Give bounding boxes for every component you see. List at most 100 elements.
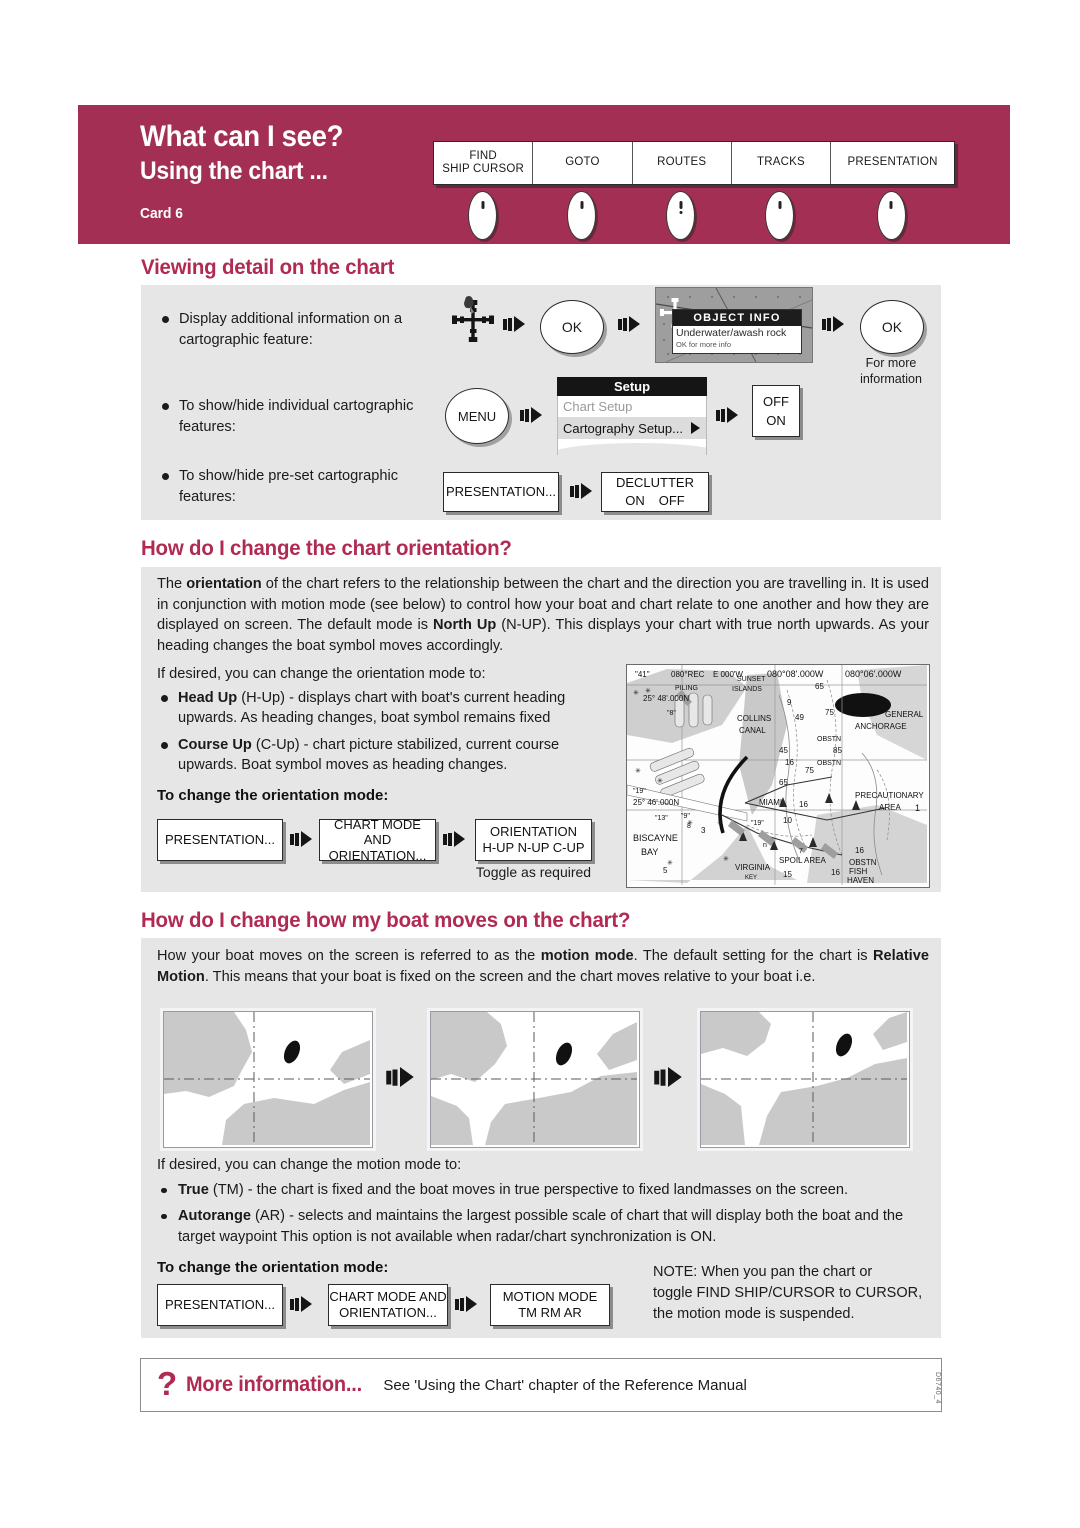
svg-text:"9": "9" — [681, 813, 690, 820]
svg-text:49: 49 — [795, 713, 804, 722]
note-line3: the motion mode is suspended. — [653, 1306, 855, 1323]
section-heading-chart-orientation: How do I change the chart orientation? — [141, 536, 512, 560]
svg-text:65: 65 — [779, 778, 788, 787]
card-page: What can I see? Using the chart ... Card… — [0, 0, 1080, 1528]
svg-text:080°06'.000W: 080°06'.000W — [845, 669, 902, 679]
svg-text:SUNSET: SUNSET — [737, 676, 766, 683]
section-heading-viewing-detail: Viewing detail on the chart — [141, 255, 395, 279]
list-item: Course Up (C-Up) - chart picture stabili… — [157, 735, 612, 776]
svg-text:CANAL: CANAL — [739, 726, 766, 735]
softkey-bar: FIND SHIP CURSOR GOTO ROUTES TRACKS PRES… — [433, 141, 955, 185]
softkey-line2: SHIP CURSOR — [442, 163, 525, 175]
list-item: True (TM) - the chart is fixed and the b… — [157, 1180, 932, 1200]
setup-menu-item-chart-setup[interactable]: Chart Setup — [557, 396, 707, 417]
section3-procedure-title: To change the orientation mode: — [157, 1259, 389, 1276]
motion-mode-toggle-button[interactable]: MOTION MODE TM RM AR — [490, 1284, 610, 1326]
ok-button-2-caption: For more information — [852, 356, 930, 387]
section2-bullet-list: Head Up (H-Up) - displays chart with boa… — [157, 688, 612, 782]
page-title: What can I see? — [140, 120, 344, 153]
svg-text:16: 16 — [785, 758, 794, 767]
svg-text:FISH: FISH — [849, 867, 867, 876]
presentation-button-1[interactable]: PRESENTATION... — [443, 472, 559, 512]
soft-button-presentation[interactable] — [876, 191, 906, 240]
svg-text:ANCHORAGE: ANCHORAGE — [855, 722, 907, 731]
soft-button-goto[interactable] — [567, 191, 597, 240]
softkey-line1: PRESENTATION — [847, 156, 938, 169]
flow-arrow-icon — [290, 831, 312, 847]
svg-text:PILING: PILING — [675, 685, 698, 692]
svg-text:n: n — [763, 842, 767, 849]
svg-text:080°REC: 080°REC — [671, 670, 705, 679]
svg-text:5: 5 — [663, 866, 668, 875]
btn-line1: CHART MODE AND — [329, 1289, 447, 1305]
svg-text:SPOIL AREA: SPOIL AREA — [779, 856, 827, 865]
ok-button-1[interactable]: OK — [540, 300, 604, 354]
ok-button-2[interactable]: OK — [860, 300, 924, 354]
presentation-button-2[interactable]: PRESENTATION... — [157, 819, 283, 861]
svg-text:9: 9 — [787, 698, 792, 707]
list-item: Head Up (H-Up) - displays chart with boa… — [157, 688, 612, 729]
caption-line2: information — [860, 371, 922, 386]
presentation-button-3[interactable]: PRESENTATION... — [157, 1284, 283, 1326]
svg-text:✳: ✳ — [717, 819, 723, 827]
motion-panel-1 — [163, 1011, 373, 1148]
svg-text:85: 85 — [833, 746, 842, 755]
svg-text:45: 45 — [779, 746, 788, 755]
svg-text:✳: ✳ — [635, 767, 641, 775]
svg-text:10: 10 — [783, 816, 792, 825]
btn-line2: H-UP N-UP C-UP — [482, 840, 585, 855]
soft-button-find-ship-cursor[interactable] — [468, 191, 498, 240]
card-number: Card 6 — [140, 205, 183, 223]
svg-text:VIRGINIA: VIRGINIA — [735, 863, 771, 872]
flow-arrow-icon — [716, 407, 738, 423]
setup-menu-item-cartography-setup[interactable]: Cartography Setup... — [557, 417, 707, 439]
softkey-label-routes[interactable]: ROUTES — [633, 142, 732, 184]
row3-line1: To show/hide pre-set cartographic — [179, 468, 399, 484]
flow-arrow-icon — [570, 483, 592, 499]
svg-text:25° 48'.000N: 25° 48'.000N — [643, 694, 689, 703]
btn-line1: MOTION MODE — [502, 1289, 598, 1305]
setup-menu: Setup Chart Setup Cartography Setup... — [557, 377, 707, 455]
svg-text:OBSTN: OBSTN — [817, 736, 841, 743]
softkey-line1: GOTO — [565, 156, 600, 169]
declutter-button[interactable]: DECLUTTER ON OFF — [601, 472, 709, 512]
soft-button-routes[interactable] — [666, 191, 696, 240]
svg-text:3: 3 — [701, 826, 706, 835]
declutter-options: ON OFF — [625, 493, 685, 509]
soft-button-tracks[interactable] — [765, 191, 795, 240]
svg-text:KEY: KEY — [745, 875, 757, 881]
off-on-toggle-button[interactable]: OFF ON — [752, 385, 800, 437]
menu-button[interactable]: MENU — [445, 388, 509, 444]
svg-text:16: 16 — [799, 800, 808, 809]
page-subtitle: Using the chart ... — [140, 156, 328, 185]
svg-text:1: 1 — [915, 803, 920, 813]
softkey-label-goto[interactable]: GOTO — [533, 142, 633, 184]
declutter-off: OFF — [658, 493, 685, 508]
chart-mode-and-orientation-button-2[interactable]: CHART MODE AND ORIENTATION... — [328, 1284, 448, 1326]
svg-text:✳: ✳ — [723, 855, 729, 863]
section3-lead-in: If desired, you can change the motion mo… — [157, 1157, 462, 1173]
chart-mode-and-orientation-button-1[interactable]: CHART MODE AND ORIENTATION... — [319, 817, 436, 863]
declutter-title: DECLUTTER — [615, 475, 694, 491]
toggle-off-label: OFF — [763, 393, 789, 409]
flow-arrow-icon — [822, 316, 844, 332]
section1-row2-text: To show/hide individual cartographic fea… — [158, 396, 448, 437]
motion-panel-2 — [430, 1011, 640, 1148]
svg-text:15: 15 — [783, 870, 792, 879]
svg-text:MIAMI: MIAMI — [759, 798, 782, 807]
svg-text:ISLANDS: ISLANDS — [732, 686, 762, 693]
menu-page-curl — [557, 439, 707, 455]
section1-row1-text: Display additional information on a cart… — [158, 309, 438, 350]
list-item: Autorange (AR) - selects and maintains t… — [157, 1206, 932, 1247]
section2-paragraph: The orientation of the chart refers to t… — [157, 576, 929, 655]
orientation-toggle-button[interactable]: ORIENTATION H-UP N-UP C-UP — [475, 819, 592, 861]
softkey-label-find-ship-cursor[interactable]: FIND SHIP CURSOR — [434, 142, 534, 184]
flow-arrow-icon — [618, 316, 640, 332]
softkey-label-presentation[interactable]: PRESENTATION — [831, 142, 954, 184]
flow-arrow-icon — [654, 1067, 682, 1087]
btn-line1: ORIENTATION — [490, 824, 577, 840]
note-line2: toggle FIND SHIP/CURSOR to CURSOR, — [653, 1285, 923, 1302]
softkey-label-tracks[interactable]: TRACKS — [732, 142, 832, 184]
svg-text:"19": "19" — [633, 788, 646, 795]
object-info-line2: OK for more info — [676, 340, 732, 349]
